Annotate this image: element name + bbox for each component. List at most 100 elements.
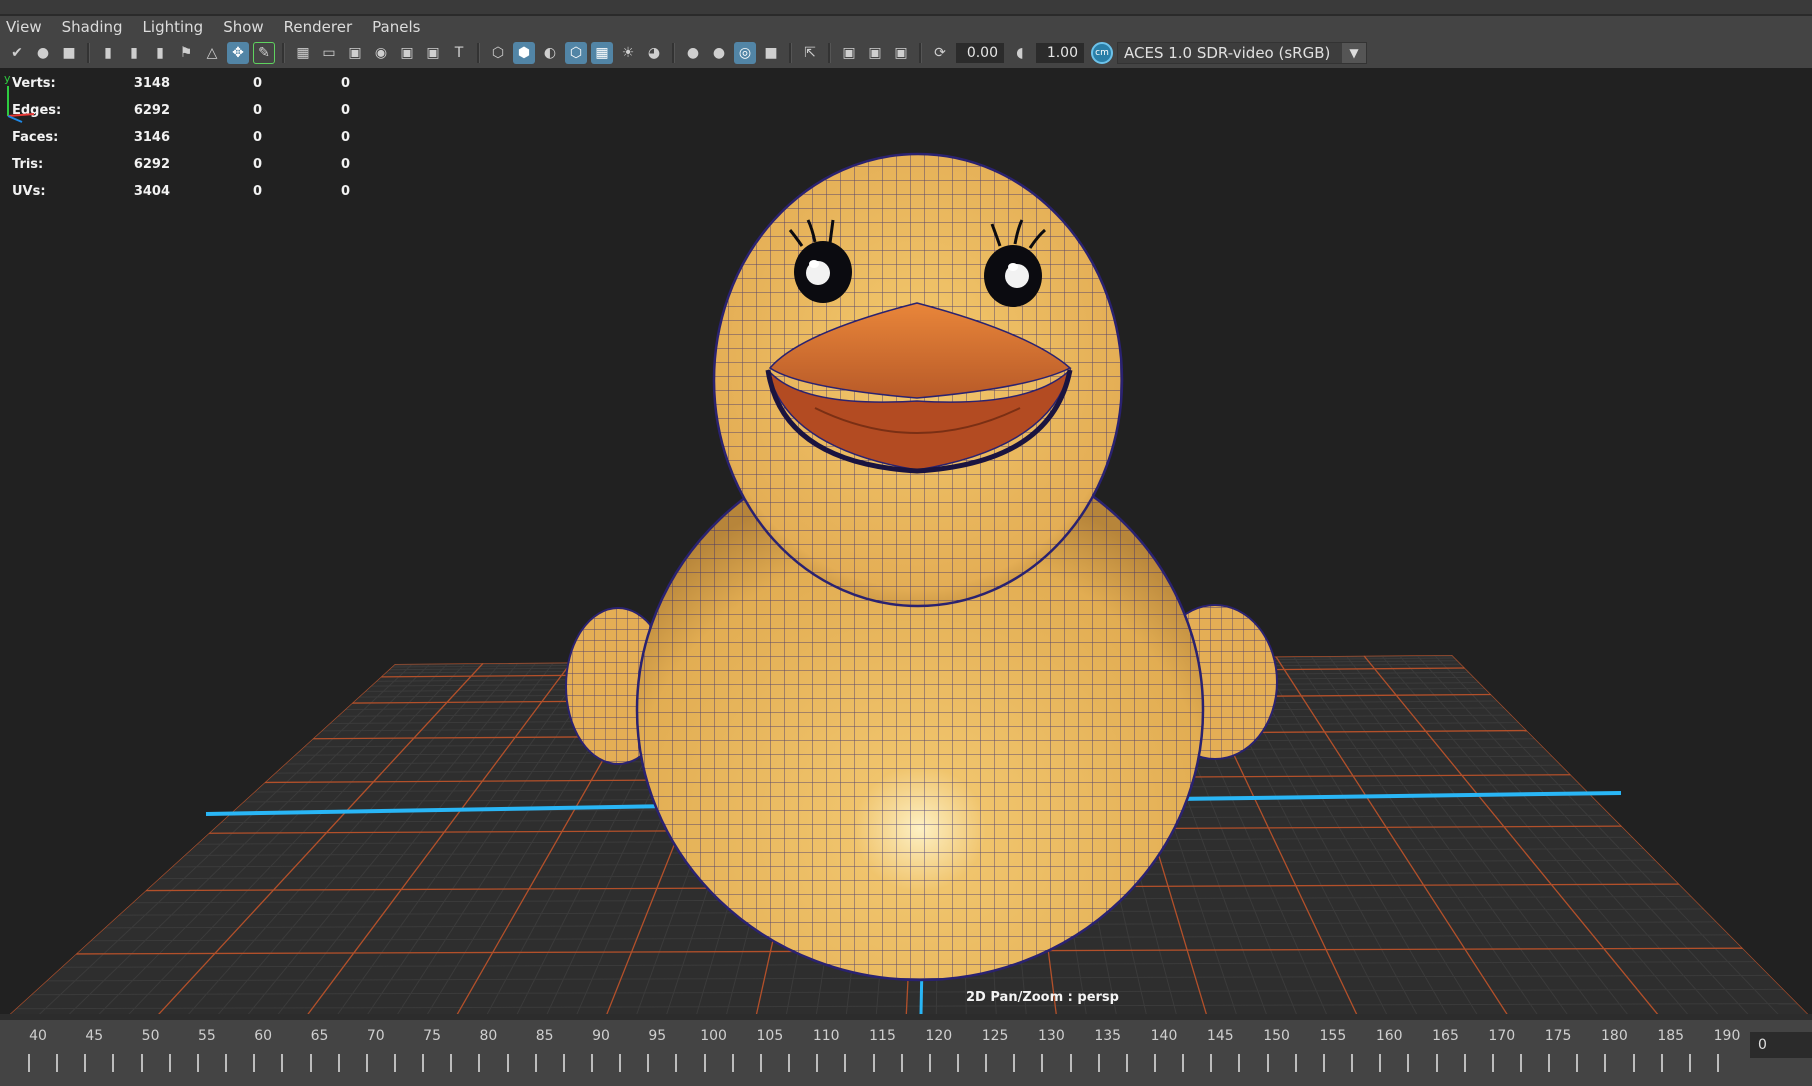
timeline-tick-mark <box>196 1054 199 1072</box>
stat-label: UVs: <box>12 184 46 199</box>
timeline-tick-mark <box>1717 1054 1719 1072</box>
textured-icon[interactable]: ▦ <box>591 42 613 64</box>
xray-icon[interactable]: ▣ <box>838 42 860 64</box>
camera-bookmark-icon[interactable]: ▮ <box>149 42 171 64</box>
poly-count-hud: Verts: 3148 0 0 Edges: 6292 0 0 Faces: 3… <box>12 70 350 205</box>
wireframe-icon[interactable]: ⬡ <box>487 42 509 64</box>
timeline-tick-label: 45 <box>85 1028 104 1044</box>
resolution-gate-icon[interactable]: ▣ <box>344 42 366 64</box>
view-transform-label: ACES 1.0 SDR-video (sRGB) <box>1124 44 1331 62</box>
timeline-tick-label: 180 <box>1601 1028 1628 1044</box>
stat-selected-alt: 0 <box>340 130 350 145</box>
timeline-tick-label: 95 <box>648 1028 667 1044</box>
safe-action-icon[interactable]: ▣ <box>422 42 444 64</box>
exposure-field[interactable] <box>956 43 1004 63</box>
timeline-tick-mark <box>1407 1054 1410 1072</box>
timeline-tick-mark <box>1688 1054 1691 1072</box>
panel-toolbar: ✔ ● ■ ▮ ▮ ▮ ⚑ △ ✥ ✎ ▦ ▭ ▣ ◉ ▣ ▣ T ⬡ ⬢ ◐ … <box>0 38 1812 68</box>
camera-lock-icon[interactable]: ▮ <box>123 42 145 64</box>
select-camera-icon[interactable]: ✔ <box>6 42 28 64</box>
stat-row-verts: Verts: 3148 0 0 <box>12 70 350 97</box>
color-management-icon[interactable]: cm <box>1091 42 1113 64</box>
timeline-tick-mark <box>365 1054 368 1072</box>
timeline-tick-mark <box>788 1054 791 1072</box>
grid-icon[interactable]: ▦ <box>292 42 314 64</box>
stat-label: Faces: <box>12 130 59 145</box>
timeline-tick-label: 190 <box>1713 1028 1741 1044</box>
timeline-tick-label: 105 <box>756 1028 784 1044</box>
menu-renderer[interactable]: Renderer <box>274 18 362 36</box>
timeline-tick-mark <box>28 1054 30 1072</box>
menu-shading[interactable]: Shading <box>52 18 133 36</box>
timeline-tick-mark <box>1519 1054 1522 1072</box>
timeline-tick-mark <box>1632 1054 1635 1072</box>
motion-blur-icon[interactable]: ● <box>708 42 730 64</box>
timeline-tick-mark <box>1013 1054 1016 1072</box>
anti-aliasing-icon[interactable]: ◎ <box>734 42 756 64</box>
exposure-icon[interactable]: ⟳ <box>929 42 951 64</box>
depth-of-field-icon[interactable]: ■ <box>760 42 782 64</box>
camera-icon[interactable]: ▮ <box>97 42 119 64</box>
timeline-tick-label: 110 <box>812 1028 840 1044</box>
shadows-icon[interactable]: ◕ <box>643 42 665 64</box>
menu-view[interactable]: View <box>0 18 52 36</box>
time-slider[interactable]: 40 45 50 55 60 65 70 75 80 85 90 95 100 105 110 115 120 1… <box>0 1014 1812 1086</box>
screen-space-ao-icon[interactable]: ● <box>682 42 704 64</box>
view-transform-dropdown[interactable]: ACES 1.0 SDR-video (sRGB) ▼ <box>1117 42 1367 64</box>
3d-viewport[interactable]: Verts: 3148 0 0 Edges: 6292 0 0 Faces: 3… <box>0 68 1812 1014</box>
timeline-tick-mark <box>1294 1054 1297 1072</box>
timeline-tick-label: 115 <box>869 1028 896 1044</box>
safe-title-icon[interactable]: T <box>448 42 470 64</box>
timeline-tick-mark <box>731 1054 734 1072</box>
timeline-tick-mark <box>1604 1054 1607 1072</box>
field-chart-icon[interactable]: ▣ <box>396 42 418 64</box>
timeline-tick-mark <box>1238 1054 1241 1072</box>
timeline-tick-mark <box>1266 1054 1269 1072</box>
timeline-tick-mark <box>1322 1054 1325 1072</box>
stat-value: 6292 <box>133 157 170 172</box>
wireframe-on-shaded-icon[interactable]: ⬡ <box>565 42 587 64</box>
toolbar-separator <box>87 43 90 63</box>
gamma-icon[interactable]: ◖ <box>1009 42 1031 64</box>
xray-joints-icon[interactable]: ▣ <box>890 42 912 64</box>
gamma-field[interactable] <box>1036 43 1084 63</box>
timeline-tick-label: 70 <box>366 1028 385 1044</box>
default-material-icon[interactable]: ◐ <box>539 42 561 64</box>
timeline-tick-mark <box>337 1054 340 1072</box>
menu-show[interactable]: Show <box>213 18 273 36</box>
timeline-tick-mark <box>985 1054 988 1072</box>
current-frame-field[interactable]: 0 <box>1750 1032 1812 1058</box>
xray-active-components-icon[interactable]: ▣ <box>864 42 886 64</box>
timeline-tick-label: 120 <box>925 1028 953 1044</box>
timeline-tick-mark <box>1069 1054 1072 1072</box>
timeline-tick-mark <box>506 1054 509 1072</box>
timeline-tick-label: 130 <box>1038 1028 1065 1044</box>
timeline-tick-mark <box>478 1054 481 1072</box>
timeline-tick-label: 160 <box>1375 1028 1403 1044</box>
stat-selected: 0 <box>252 157 262 172</box>
pan-zoom-icon[interactable]: ✥ <box>227 42 249 64</box>
chevron-down-icon[interactable]: ▼ <box>1342 43 1366 63</box>
timeline-tick-mark <box>140 1054 143 1072</box>
isolate-select-icon[interactable]: ⇱ <box>799 42 821 64</box>
timeline-tick-label: 140 <box>1150 1028 1178 1044</box>
timeline-tick-mark <box>84 1054 87 1072</box>
image-plane-icon[interactable]: △ <box>201 42 223 64</box>
smooth-shade-icon[interactable]: ⬢ <box>513 42 535 64</box>
timeline-tick-mark <box>1576 1054 1579 1072</box>
stat-value: 6292 <box>133 103 170 118</box>
gate-mask-icon[interactable]: ◉ <box>370 42 392 64</box>
film-gate-icon[interactable]: ▭ <box>318 42 340 64</box>
stat-selected-alt: 0 <box>340 103 350 118</box>
menu-panels[interactable]: Panels <box>362 18 430 36</box>
use-lights-icon[interactable]: ☀ <box>617 42 639 64</box>
timeline-tick-mark <box>816 1054 819 1072</box>
timeline-tick-mark <box>112 1054 115 1072</box>
menu-lighting[interactable]: Lighting <box>133 18 214 36</box>
bookmark-icon[interactable]: ■ <box>58 42 80 64</box>
time-slider-ruler[interactable]: 40 45 50 55 60 65 70 75 80 85 90 95 100 105 110 115 120 1… <box>0 1026 1740 1080</box>
camera-attributes-icon[interactable]: ● <box>32 42 54 64</box>
flag-icon[interactable]: ⚑ <box>175 42 197 64</box>
grease-pencil-icon[interactable]: ✎ <box>253 42 275 64</box>
timeline-tick-mark <box>1463 1054 1466 1072</box>
